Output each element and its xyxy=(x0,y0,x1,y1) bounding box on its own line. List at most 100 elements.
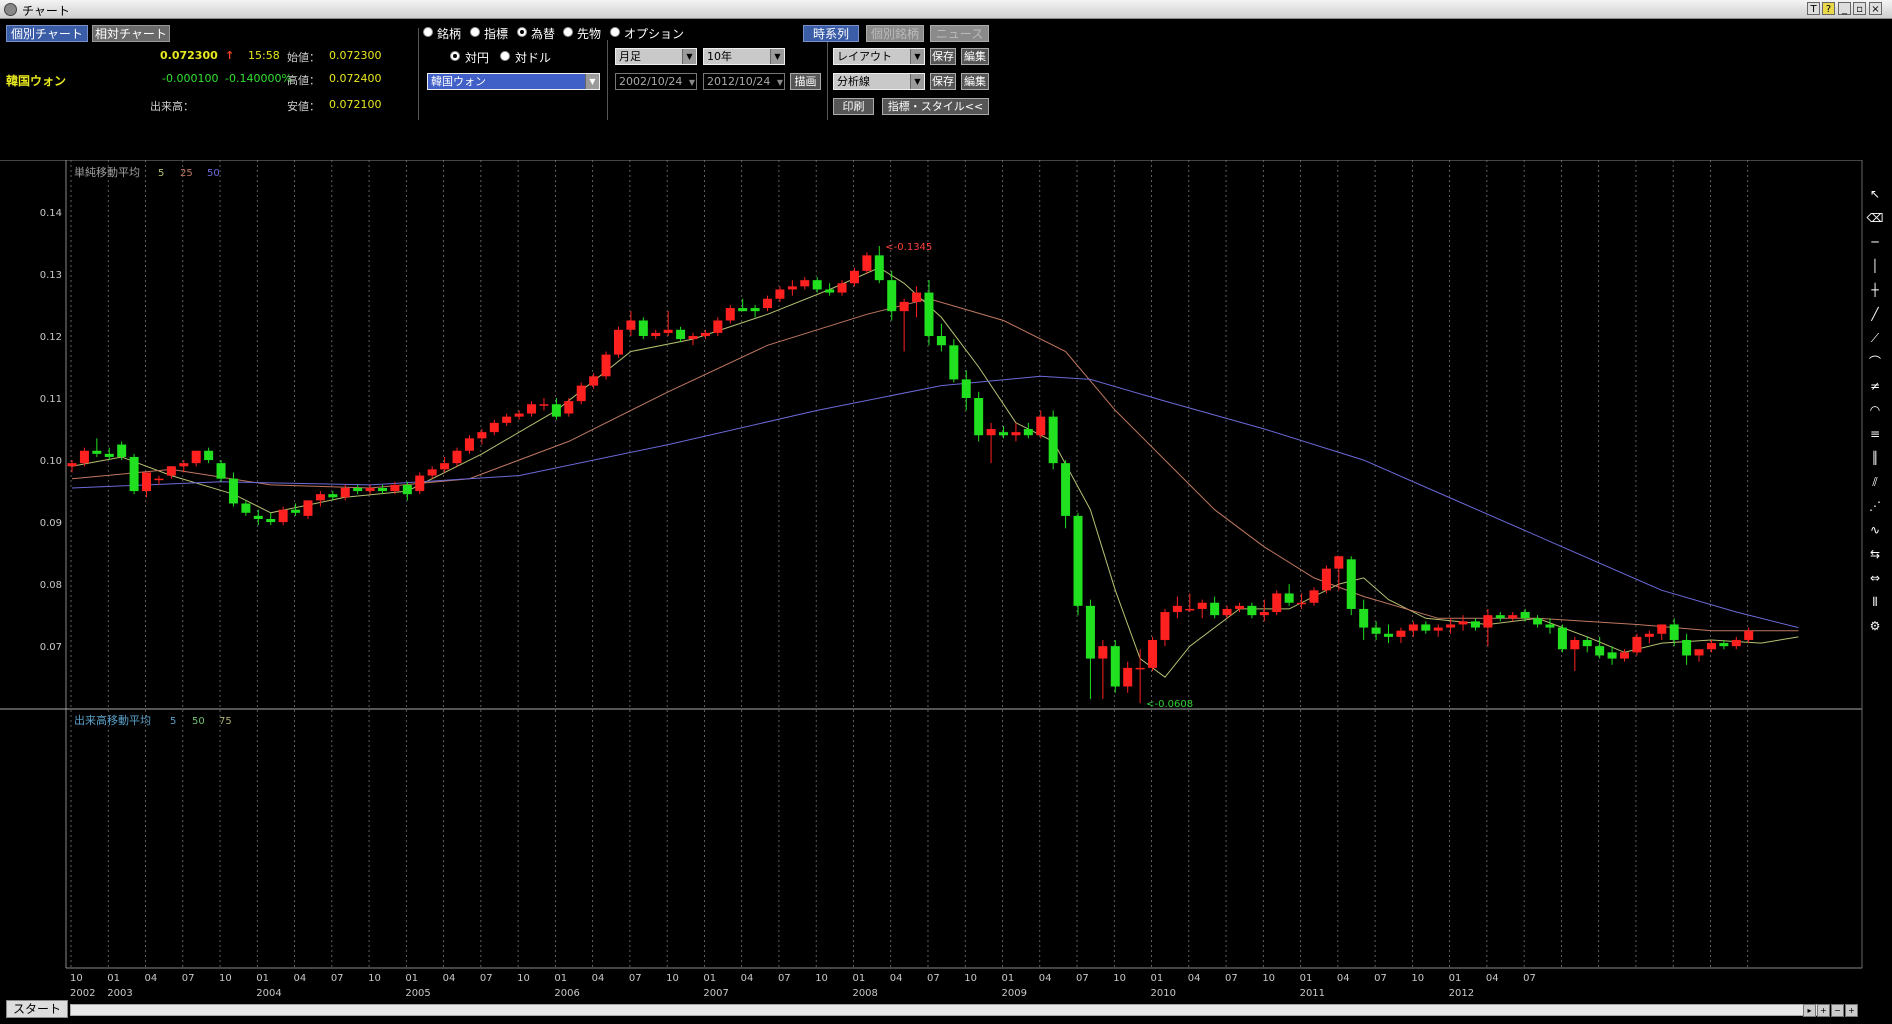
candle-body xyxy=(837,283,847,293)
range-icon[interactable]: ⇔ xyxy=(1864,568,1886,588)
candle-body xyxy=(862,255,872,271)
candle-body xyxy=(1706,643,1716,650)
radio-asset-options[interactable] xyxy=(610,27,620,37)
analysis-edit-button[interactable]: 編集 xyxy=(961,73,989,90)
price-axis: 0.14 0.13 0.12 0.11 0.10 0.09 0.08 0.07 xyxy=(40,208,62,653)
candlestick xyxy=(775,286,785,302)
individual-stock-button[interactable]: 個別銘柄 xyxy=(866,25,924,42)
quote-time: 15:58 xyxy=(248,49,280,62)
candle-body xyxy=(1085,605,1095,659)
candlestick xyxy=(688,332,698,346)
help-icon[interactable]: ? xyxy=(1822,2,1835,15)
minimize-icon[interactable]: _ xyxy=(1838,2,1851,15)
fibonacci-fan-icon[interactable]: ≠ xyxy=(1864,376,1886,396)
candlestick xyxy=(1247,602,1257,619)
candle-body xyxy=(1595,646,1605,656)
asset-type-label: 先物 xyxy=(577,27,602,41)
candle-body xyxy=(1247,605,1257,616)
radio-asset-fx[interactable] xyxy=(517,27,527,37)
candle-body xyxy=(1272,593,1282,613)
scroll-right-icon[interactable]: ▸ xyxy=(1803,1004,1816,1017)
gann-fan-icon[interactable]: ⋰ xyxy=(1864,496,1886,516)
x-month-label: 01 xyxy=(1151,973,1164,984)
arc-icon[interactable]: ⌒ xyxy=(1864,352,1886,372)
candle-body xyxy=(266,518,276,523)
retracement-icon[interactable]: ≡ xyxy=(1864,424,1886,444)
candle-body xyxy=(378,487,387,492)
x-month-label: 07 xyxy=(927,973,940,984)
trend-line-icon[interactable]: ╱ xyxy=(1864,304,1886,324)
symbol-select[interactable]: 韓国ウォン ▼ xyxy=(427,73,600,90)
candle-body xyxy=(1160,612,1170,640)
range-select[interactable]: 10年 ▼ xyxy=(703,48,785,65)
radio-asset-indicator[interactable] xyxy=(470,27,480,37)
analysis-value: 分析線 xyxy=(837,75,870,88)
maximize-icon[interactable]: ▫ xyxy=(1853,2,1866,15)
interval-select[interactable]: 月足 ▼ xyxy=(615,48,697,65)
crosshair-icon[interactable]: ┼ xyxy=(1864,280,1886,300)
candlestick xyxy=(1272,590,1282,616)
start-button[interactable]: スタート xyxy=(6,1000,68,1018)
news-button[interactable]: ニュース xyxy=(930,25,989,42)
candlestick xyxy=(974,391,984,442)
print-button[interactable]: 印刷 xyxy=(833,98,874,115)
indicator-style-button[interactable]: 指標・スタイル<< xyxy=(882,98,989,115)
radio-asset-stock[interactable] xyxy=(423,27,433,37)
fibonacci-arc-icon[interactable]: ◠ xyxy=(1864,400,1886,420)
candlestick xyxy=(638,317,648,340)
tab-individual-chart[interactable]: 個別チャート xyxy=(6,25,88,42)
channel-icon[interactable]: ⇆ xyxy=(1864,544,1886,564)
candlestick xyxy=(253,509,263,526)
candlestick xyxy=(1061,460,1071,529)
fan-line-icon[interactable]: ⟋ xyxy=(1864,328,1886,348)
layout-select[interactable]: レイアウト ▼ xyxy=(833,48,925,65)
horizontal-scrollbar[interactable] xyxy=(70,1004,1822,1016)
candle-body xyxy=(67,463,77,467)
cycle-lines-icon[interactable]: ⦀ xyxy=(1864,592,1886,612)
tab-relative-chart[interactable]: 相対チャート xyxy=(92,25,170,42)
candlestick xyxy=(464,435,474,454)
draw-button[interactable]: 描画 xyxy=(790,73,821,90)
zoom-in-icon[interactable]: + xyxy=(1817,1004,1830,1017)
candlestick xyxy=(738,298,748,312)
analysis-select[interactable]: 分析線 ▼ xyxy=(833,73,925,90)
chevron-down-icon: ▼ xyxy=(585,74,599,89)
candle-body xyxy=(228,478,238,504)
zoom-out-icon[interactable]: − xyxy=(1831,1004,1844,1017)
radio-fx-dollar[interactable] xyxy=(500,51,510,61)
parallel-line-icon[interactable]: ⫽ xyxy=(1864,472,1886,492)
zoom-reset-icon[interactable]: + xyxy=(1845,1004,1858,1017)
price-chart[interactable]: 0.14 0.13 0.12 0.11 0.10 0.09 0.08 0.07 10 01 04 0… xyxy=(0,160,1892,1010)
time-zone-icon[interactable]: ║ xyxy=(1864,448,1886,468)
eraser-icon[interactable]: ⌫ xyxy=(1864,208,1886,228)
wave-icon[interactable]: ∿ xyxy=(1864,520,1886,540)
layout-save-button[interactable]: 保存 xyxy=(930,48,956,65)
x-month-label: 04 xyxy=(741,973,754,984)
x-month-label: 04 xyxy=(145,973,158,984)
price-change: -0.000100 xyxy=(162,72,219,85)
analysis-save-button[interactable]: 保存 xyxy=(930,73,956,90)
candle-body xyxy=(1334,556,1344,569)
text-mode-icon[interactable]: T xyxy=(1807,2,1820,15)
x-month-label: 07 xyxy=(331,973,344,984)
timeseries-button[interactable]: 時系列 xyxy=(803,25,859,42)
radio-fx-yen[interactable] xyxy=(450,51,460,61)
vertical-line-icon[interactable]: │ xyxy=(1864,256,1886,276)
candlestick xyxy=(1197,599,1207,619)
candle-body xyxy=(663,329,673,333)
candlestick xyxy=(1706,639,1716,653)
candlestick xyxy=(1644,630,1654,644)
radio-asset-futures[interactable] xyxy=(563,27,573,37)
close-icon[interactable]: × xyxy=(1869,2,1882,15)
x-month-label: 07 xyxy=(480,973,493,984)
start-date-input[interactable]: 2002/10/24 ▼ xyxy=(615,73,697,90)
candle-body xyxy=(1384,633,1394,637)
layout-edit-button[interactable]: 編集 xyxy=(961,48,989,65)
settings-tool-icon[interactable]: ⚙ xyxy=(1864,616,1886,636)
cursor-icon[interactable]: ↖ xyxy=(1864,184,1886,204)
x-month-label: 01 xyxy=(1300,973,1313,984)
candle-body xyxy=(1098,646,1108,659)
horizontal-line-icon[interactable]: ─ xyxy=(1864,232,1886,252)
end-date-input[interactable]: 2012/10/24 ▼ xyxy=(703,73,785,90)
last-price: 0.072300 xyxy=(160,49,218,62)
